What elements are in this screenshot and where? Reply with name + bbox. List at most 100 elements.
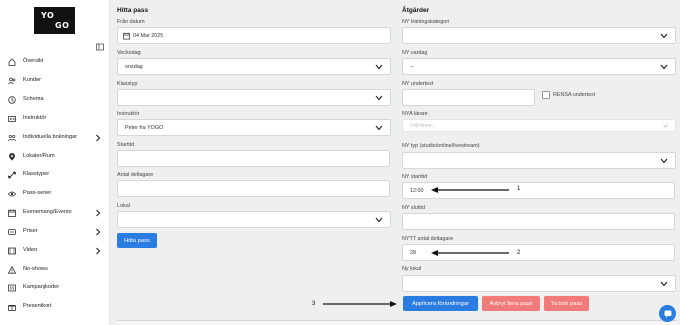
find-classes-button[interactable]: Hitta pass bbox=[117, 233, 157, 248]
sidebar-item-klasstyper[interactable]: Klasstyper bbox=[0, 167, 110, 183]
sidebar-item-no-shows[interactable]: No-shows bbox=[0, 262, 110, 278]
chat-support-button[interactable] bbox=[659, 305, 676, 322]
logo-line-1: YO bbox=[41, 11, 55, 20]
delete-classes-button[interactable]: Ta bort pass bbox=[544, 296, 589, 311]
sidebar-item-instruktör[interactable]: Instruktör bbox=[0, 111, 110, 127]
sidebar-item-schema[interactable]: Schema bbox=[0, 92, 110, 108]
annotation-number-3: 3 bbox=[312, 301, 316, 307]
participants-label: Antal deltagare bbox=[117, 172, 154, 178]
sidebar-item-label: Instruktör bbox=[23, 115, 47, 121]
sidebar-item-label: Priser bbox=[23, 228, 38, 234]
chevron-down-icon bbox=[660, 281, 668, 286]
sidebar-item-individuella-bokningar[interactable]: Individuella bokningar bbox=[0, 130, 110, 146]
new-type-label: NY typ (studio/online/livestream) bbox=[402, 143, 480, 149]
people-pair-icon bbox=[8, 134, 16, 142]
bottom-panel-edge bbox=[117, 320, 677, 325]
sidebar-item-kampanjkoder[interactable]: Kampanjkoder bbox=[0, 280, 110, 296]
new-type-select[interactable] bbox=[402, 152, 676, 169]
id-card-icon bbox=[8, 116, 16, 122]
from-date-value: 04 Mar 2025 bbox=[133, 32, 164, 39]
new-weekday-select[interactable]: -- bbox=[402, 58, 676, 75]
sidebar-item-label: Klasstyper bbox=[23, 171, 50, 177]
sidebar-item-priser[interactable]: Priser bbox=[0, 224, 110, 240]
cancel-classes-button[interactable]: Avbryt flera pass bbox=[482, 296, 540, 311]
new-teachers-label: NYA lärare bbox=[402, 111, 428, 117]
chevron-right-icon bbox=[96, 134, 101, 142]
instructor-label: Instruktör bbox=[117, 111, 140, 117]
start-time-input[interactable] bbox=[117, 150, 390, 167]
from-date-input[interactable]: 04 Mar 2025 bbox=[117, 27, 391, 44]
sidebar-item-label: Schema bbox=[23, 96, 44, 102]
from-date-label: Från datum bbox=[117, 19, 145, 25]
sidebar-item-label: Lokaler/Rum bbox=[23, 153, 55, 159]
new-end-time-label: NY sluttid bbox=[402, 205, 425, 211]
room-select[interactable] bbox=[117, 211, 391, 228]
sidebar-item-label: No-shows bbox=[23, 266, 48, 272]
sidebar-item-label: Pass-serier bbox=[23, 190, 52, 196]
annotation-arrow-1 bbox=[431, 187, 509, 193]
chevron-down-icon bbox=[375, 64, 383, 69]
actions-section-title: Åtgärder bbox=[402, 7, 430, 14]
coupon-icon bbox=[8, 284, 16, 292]
new-weekday-label: NY vardag bbox=[402, 50, 428, 56]
chevron-right-icon bbox=[96, 228, 101, 236]
clock-icon bbox=[8, 96, 16, 104]
sidebar-item-översikt[interactable]: Översikt bbox=[0, 54, 110, 70]
annotation-number-1: 1 bbox=[517, 186, 521, 192]
calendar-icon bbox=[8, 209, 16, 217]
warning-icon bbox=[8, 266, 16, 274]
users-icon bbox=[8, 77, 16, 85]
video-icon bbox=[8, 247, 16, 255]
weekday-select[interactable]: onsdag bbox=[117, 58, 391, 75]
new-class-type-select[interactable] bbox=[402, 27, 676, 44]
gift-icon bbox=[8, 305, 16, 311]
new-room-select[interactable] bbox=[402, 275, 676, 292]
chevron-down-icon bbox=[660, 64, 668, 69]
new-subtitle-input[interactable] bbox=[402, 89, 535, 106]
annotation-arrow-2 bbox=[431, 250, 509, 256]
logo-line-2: GO bbox=[55, 21, 70, 30]
sidebar-item-label: Kunder bbox=[23, 77, 42, 83]
sidebar-item-video[interactable]: Video bbox=[0, 243, 110, 259]
new-teachers-multiselect[interactable]: Välj lärare... bbox=[402, 119, 676, 132]
price-tag-icon bbox=[8, 229, 16, 235]
annotation-number-2: 2 bbox=[517, 250, 521, 256]
class-type-label: Klasstyp bbox=[117, 81, 138, 87]
sidebar-item-evenemang-events[interactable]: Evenemang/Events bbox=[0, 205, 110, 221]
instructor-value: Peter fra YOGO bbox=[125, 124, 164, 131]
map-pin-icon bbox=[9, 153, 15, 161]
new-start-time-label: NY starttid bbox=[402, 174, 428, 180]
weekday-value: onsdag bbox=[125, 63, 143, 70]
sidebar-item-label: Video bbox=[23, 247, 38, 253]
new-class-type-label: NY träningskategori bbox=[402, 19, 450, 25]
new-end-time-input[interactable] bbox=[402, 213, 675, 230]
clear-subtitle-checkbox[interactable] bbox=[542, 91, 550, 99]
participants-input[interactable] bbox=[117, 180, 390, 197]
sidebar-item-presentkort[interactable]: Presentkort bbox=[0, 299, 110, 315]
sidebar-item-label: Individuella bokningar bbox=[23, 134, 78, 140]
class-type-select[interactable] bbox=[117, 89, 391, 106]
apply-changes-button[interactable]: Applicera förändringar bbox=[403, 296, 478, 311]
sidebar-item-lokaler-rum[interactable]: Lokaler/Rum bbox=[0, 149, 110, 165]
new-teachers-placeholder: Välj lärare... bbox=[410, 123, 436, 128]
chevron-down-icon bbox=[663, 124, 668, 128]
instructor-select[interactable]: Peter fra YOGO bbox=[117, 119, 391, 136]
dumbbell-icon bbox=[8, 171, 16, 179]
sidebar-item-label: Presentkort bbox=[23, 303, 52, 309]
new-start-time-value: 12:00 bbox=[410, 187, 424, 194]
room-label: Lokal bbox=[117, 203, 130, 209]
chevron-right-icon bbox=[96, 247, 101, 255]
eye-icon bbox=[8, 191, 16, 197]
sidebar-item-kunder[interactable]: Kunder bbox=[0, 73, 110, 89]
sidebar-item-pass-serier[interactable]: Pass-serier bbox=[0, 186, 110, 202]
chevron-down-icon bbox=[660, 33, 668, 38]
calendar-icon bbox=[123, 32, 130, 39]
yogo-logo[interactable]: YO GO bbox=[34, 7, 75, 34]
chevron-down-icon bbox=[660, 158, 668, 163]
collapse-sidebar-icon[interactable] bbox=[96, 43, 104, 51]
home-icon bbox=[8, 58, 16, 66]
new-subtitle-label: NY undertext bbox=[402, 81, 434, 87]
start-time-label: Starttid bbox=[117, 142, 135, 148]
annotation-arrow-3 bbox=[323, 301, 397, 307]
sidebar-item-label: Kampanjkoder bbox=[23, 284, 60, 290]
